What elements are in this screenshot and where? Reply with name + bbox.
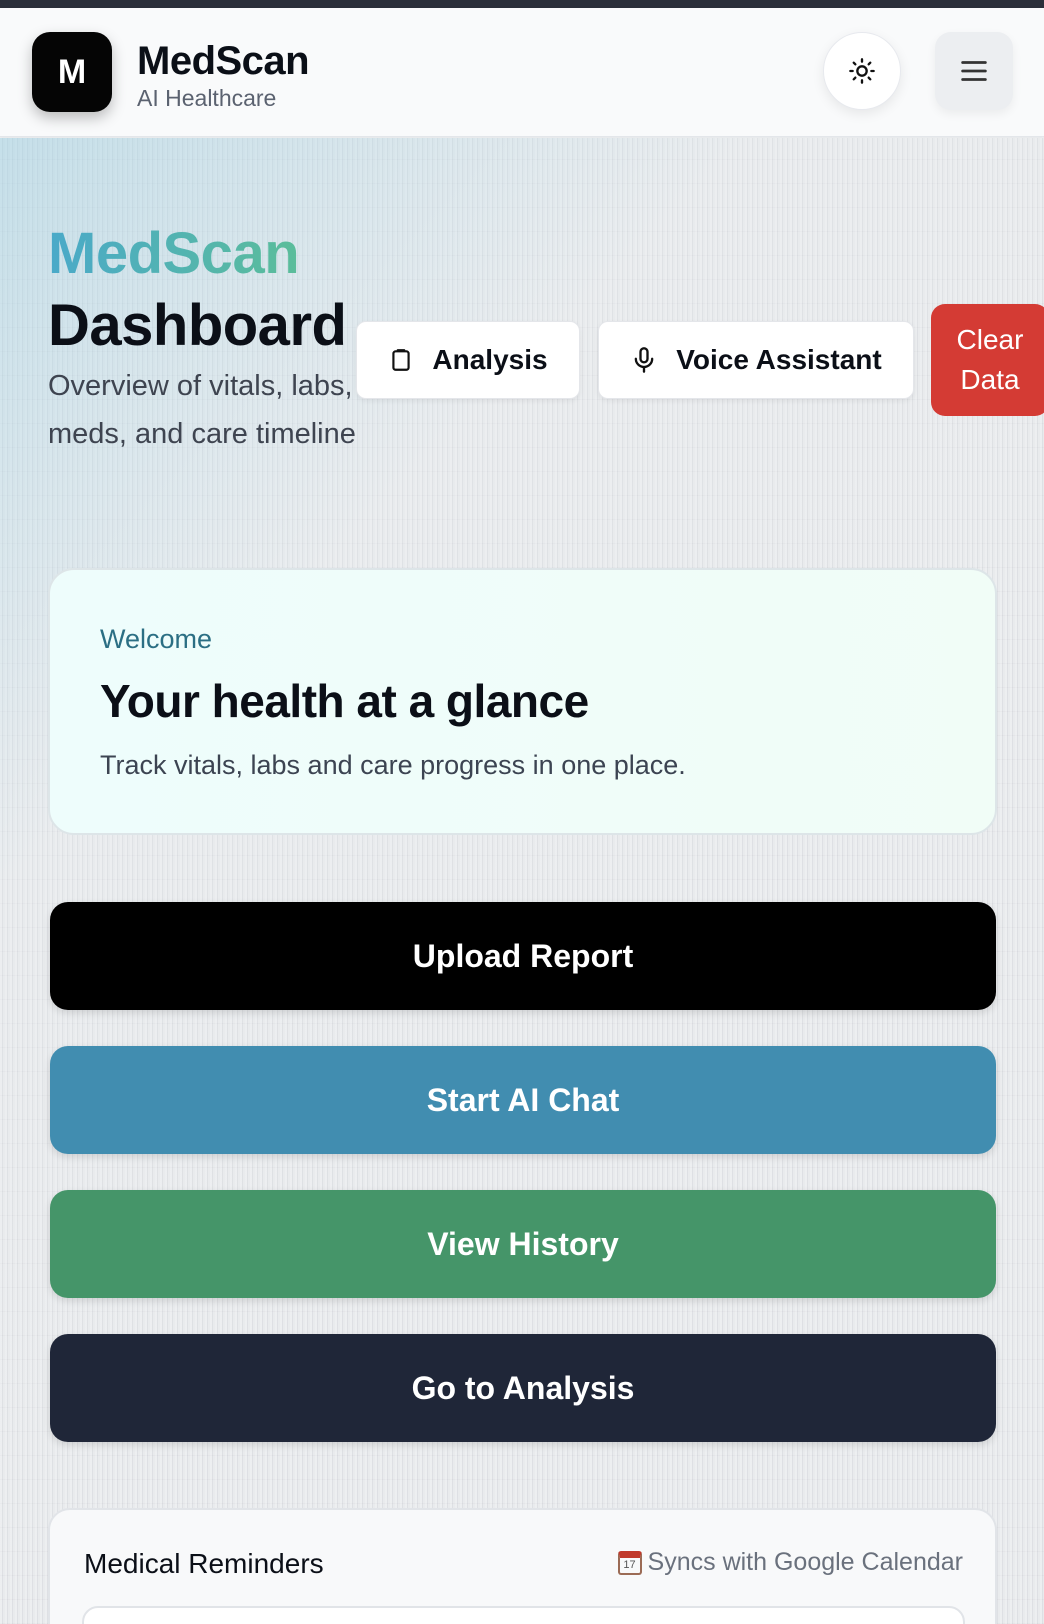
window-top-strip — [0, 0, 1044, 8]
start-ai-chat-button[interactable]: Start AI Chat — [50, 1046, 996, 1154]
brand-name: MedScan — [137, 39, 310, 83]
calendar-icon: 17 — [617, 1550, 642, 1575]
calendar-sync-note: 17 Syncs with Google Calendar — [617, 1548, 963, 1577]
medical-reminders-card: Medical Reminders 17 Syncs with Google C… — [48, 1508, 997, 1624]
reminder-input-area[interactable] — [82, 1606, 965, 1624]
menu-button[interactable] — [935, 32, 1013, 110]
welcome-title: Your health at a glance — [100, 675, 589, 727]
welcome-kicker: Welcome — [100, 624, 213, 654]
page-title: Dashboard — [48, 293, 347, 358]
view-history-label: View History — [427, 1225, 619, 1262]
welcome-card: Welcome Your health at a glance Track vi… — [48, 568, 997, 835]
start-ai-chat-label: Start AI Chat — [426, 1081, 620, 1118]
voice-assistant-button[interactable]: Voice Assistant — [598, 321, 914, 399]
page-description: Overview of vitals, labs, meds, and care… — [48, 370, 356, 450]
upload-report-label: Upload Report — [412, 937, 634, 974]
reminders-title: Medical Reminders — [84, 1548, 324, 1579]
microphone-icon — [634, 347, 654, 373]
clipboard-icon — [392, 349, 411, 371]
voice-assistant-button-label: Voice Assistant — [676, 344, 882, 375]
clear-data-button[interactable]: Clear Data — [931, 304, 1044, 416]
page-title-accent: MedScan — [48, 221, 300, 286]
brand-subtitle: AI Healthcare — [137, 85, 277, 111]
view-history-button[interactable]: View History — [50, 1190, 996, 1298]
app-header: M MedScan AI Healthcare — [0, 8, 1044, 137]
welcome-text: Track vitals, labs and care progress in … — [100, 750, 686, 780]
hamburger-menu-icon — [961, 61, 987, 81]
theme-toggle-button[interactable] — [823, 32, 901, 110]
go-to-analysis-button[interactable]: Go to Analysis — [50, 1334, 996, 1442]
analysis-button-label: Analysis — [432, 344, 548, 375]
go-to-analysis-label: Go to Analysis — [411, 1369, 635, 1406]
calendar-sync-text: Syncs with Google Calendar — [647, 1548, 963, 1576]
app-logo[interactable]: M — [32, 32, 112, 112]
sun-icon — [849, 58, 875, 84]
logo-letter: M — [57, 52, 87, 91]
clear-data-button-label: Clear Data — [956, 324, 1024, 395]
analysis-button[interactable]: Analysis — [356, 321, 580, 399]
upload-report-button[interactable]: Upload Report — [50, 902, 996, 1010]
